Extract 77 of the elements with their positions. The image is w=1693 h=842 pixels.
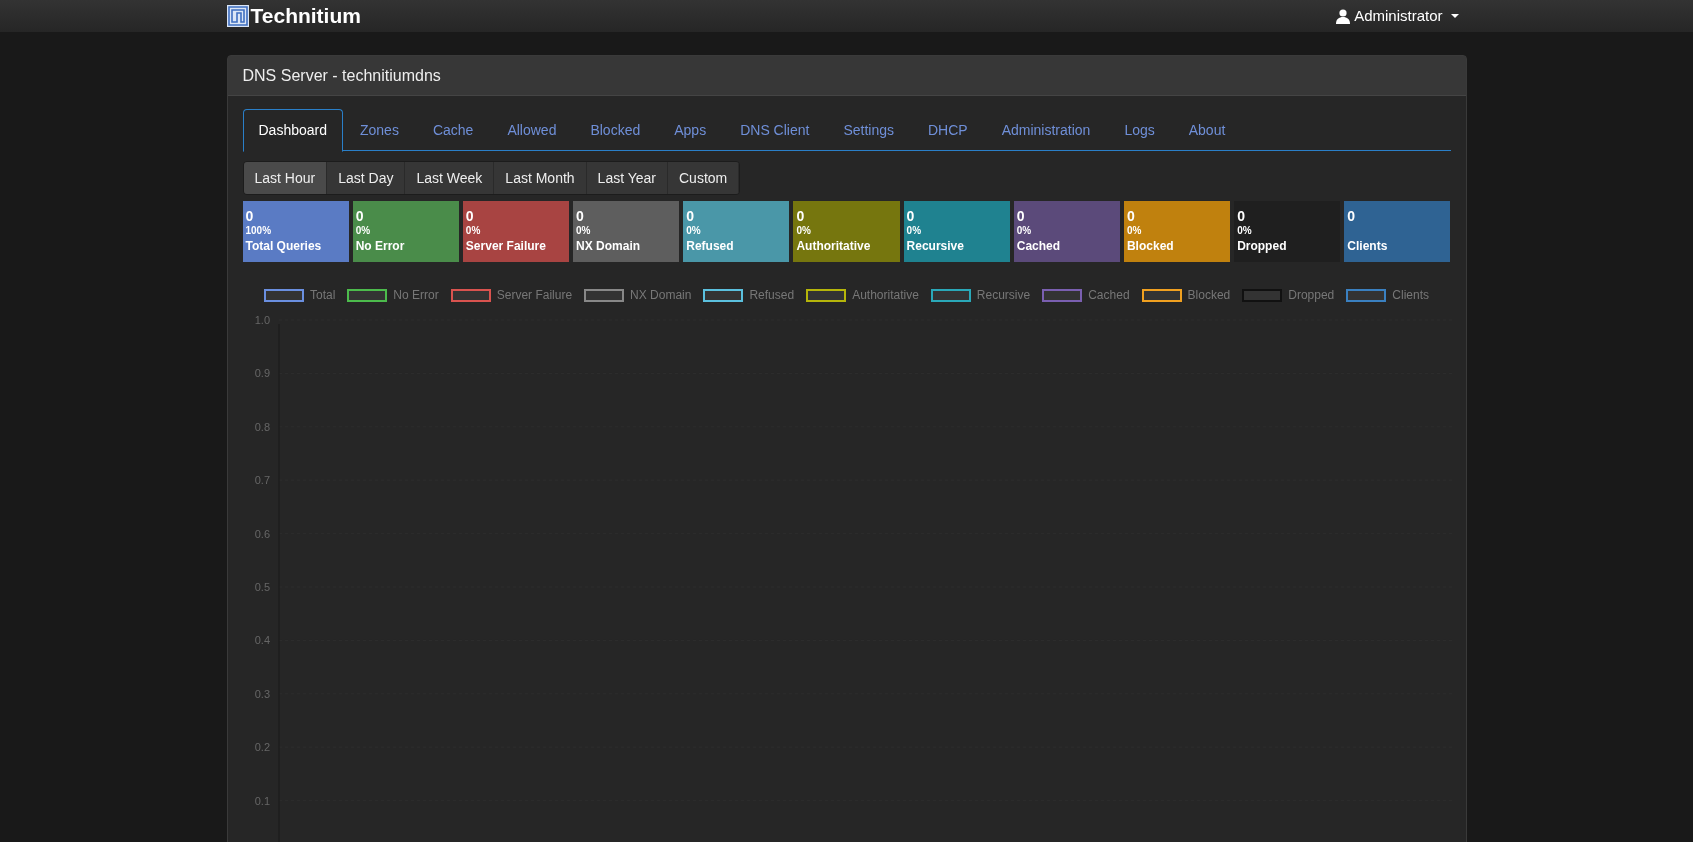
stat-label: Clients (1347, 238, 1389, 254)
y-tick-label: 0.5 (254, 581, 270, 593)
time-range-button[interactable]: Last Month (494, 162, 587, 194)
brand-name[interactable]: Technitium (250, 0, 361, 32)
user-menu[interactable]: Administrator (1336, 4, 1459, 28)
stat-percent: 0% (906, 224, 923, 238)
time-range-button[interactable]: Custom (668, 162, 740, 194)
legend-label: Total (310, 287, 336, 304)
stat-label: Recursive (906, 238, 965, 254)
tab[interactable]: Allowed (490, 109, 574, 151)
stat-percent: 0% (355, 224, 372, 238)
stat-value: 0 (796, 208, 806, 224)
stat-value: 0 (245, 208, 255, 224)
maze-logo-icon (226, 5, 249, 27)
stat-value: 0 (1016, 208, 1026, 224)
stat-label: Authoritative (796, 238, 872, 254)
stat-percent: 0% (796, 224, 812, 238)
stat-label: Cached (1016, 238, 1062, 254)
tab[interactable]: Blocked (573, 109, 658, 151)
y-tick-label: 0.9 (254, 367, 270, 380)
tab[interactable]: About (1171, 109, 1243, 151)
legend-label: Authoritative (852, 287, 919, 304)
tab[interactable]: Settings (826, 109, 911, 151)
y-tick-label: 0.7 (254, 474, 270, 487)
stat-percent: 100% (245, 224, 273, 238)
y-tick-label: 0.1 (254, 794, 270, 807)
tab[interactable]: Logs (1107, 109, 1172, 151)
stat-label: Server Failure (465, 238, 547, 254)
time-range-button[interactable]: Last Day (327, 162, 406, 194)
stat-label: Total Queries (245, 238, 323, 254)
tab[interactable]: Apps (657, 109, 724, 151)
stat-value: 0 (686, 208, 695, 224)
legend-label: Server Failure (496, 287, 573, 304)
stat-value: 0 (906, 208, 916, 224)
legend-label: NX Domain (630, 287, 692, 304)
legend-label: Recursive (976, 287, 1031, 304)
stat-percent: 0% (576, 224, 592, 238)
legend-label: Cached (1088, 287, 1130, 304)
tab[interactable]: Cache (415, 109, 491, 151)
caret-icon (1450, 14, 1459, 18)
y-tick-label: 0.8 (254, 420, 270, 433)
user-icon (1336, 8, 1351, 24)
tab[interactable]: Dashboard (242, 109, 343, 152)
time-range-button[interactable]: Last Hour (243, 162, 328, 194)
tab[interactable]: DNS Client (723, 109, 827, 151)
stat-percent: 0% (686, 224, 702, 238)
stat-value: 0 (1347, 208, 1357, 224)
legend-label: Clients (1392, 287, 1429, 304)
legend-label: Dropped (1288, 287, 1335, 304)
tab[interactable]: DHCP (911, 109, 985, 151)
time-range-button[interactable]: Last Year (586, 162, 668, 194)
time-range-button[interactable]: Last Week (405, 162, 495, 194)
legend-label: No Error (393, 287, 439, 304)
stat-label: Blocked (1126, 238, 1175, 254)
stat-label: Refused (686, 238, 735, 254)
y-tick-label: 0.2 (254, 741, 270, 754)
y-tick-label: 0.3 (254, 687, 270, 700)
stat-label: Dropped (1237, 238, 1288, 254)
stat-percent: 0% (1126, 224, 1143, 238)
stat-label: No Error (355, 238, 406, 254)
stat-value: 0 (355, 208, 365, 224)
tab[interactable]: Zones (343, 109, 416, 151)
legend-label: Refused (749, 287, 795, 304)
tab[interactable]: Administration (984, 109, 1108, 151)
y-tick-label: 0.6 (254, 527, 270, 540)
panel-title: DNS Server - technitiumdns (242, 65, 441, 86)
stat-percent: 0% (465, 224, 482, 238)
y-tick-label: 1.0 (254, 314, 270, 326)
stat-value: 0 (1237, 208, 1246, 224)
y-tick-label: 0.4 (254, 634, 270, 647)
stat-percent: 0% (1237, 224, 1253, 238)
stat-percent: 0% (1016, 224, 1033, 238)
legend-label: Blocked (1187, 287, 1231, 304)
stat-value: 0 (576, 208, 585, 224)
stat-label: NX Domain (576, 238, 642, 254)
stat-value: 0 (1126, 208, 1136, 224)
stat-value: 0 (465, 208, 475, 224)
